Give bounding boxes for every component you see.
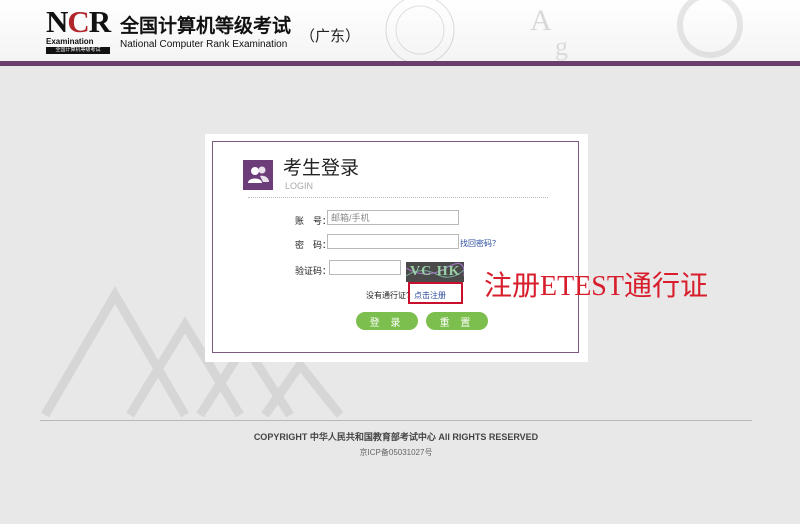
icp-number[interactable]: 京ICP备05031027号 xyxy=(0,447,792,458)
svg-text:A: A xyxy=(530,4,552,37)
login-subtitle: LOGIN xyxy=(285,181,314,191)
header-decoration-graphic: A g xyxy=(385,0,743,61)
password-input[interactable] xyxy=(327,234,459,249)
ncr-logo[interactable]: NCR Examination 全国计算机等级考试 xyxy=(46,5,112,54)
captcha-image[interactable]: VC HK xyxy=(406,262,464,282)
region-label: （广东） xyxy=(300,28,361,45)
captcha-text: VC HK xyxy=(410,264,461,279)
login-panel: 考生登录 LOGIN 账 号： 密 码： 找回密码？ 验证码： VC HK 没有… xyxy=(205,134,588,362)
no-pass-text: 没有通行证? xyxy=(366,291,411,300)
forgot-password-link[interactable]: 找回密码？ xyxy=(460,238,500,249)
account-input[interactable] xyxy=(327,210,459,225)
login-panel-inner: 考生登录 LOGIN 账 号： 密 码： 找回密码？ 验证码： VC HK 没有… xyxy=(212,141,579,353)
site-title-english: National Computer Rank Examination xyxy=(120,39,288,50)
logo-mark: NCR xyxy=(46,4,111,39)
captcha-input[interactable] xyxy=(329,260,401,275)
register-highlight-box xyxy=(408,282,463,304)
login-title: 考生登录 xyxy=(283,158,360,179)
captcha-label: 验证码： xyxy=(295,266,332,276)
password-label: 密 码： xyxy=(295,240,332,250)
footer-divider xyxy=(40,420,752,421)
header-divider-bar xyxy=(0,61,800,66)
title-divider xyxy=(248,197,548,198)
logo-sub-text: 全国计算机等级考试 xyxy=(46,47,110,54)
users-icon xyxy=(243,160,273,190)
reset-button[interactable]: 重 置 xyxy=(426,312,488,330)
account-label: 账 号： xyxy=(295,216,332,226)
copyright-text: COPYRIGHT 中华人民共和国教育部考试中心 All RIGHTS RESE… xyxy=(253,432,539,442)
register-annotation: 注册ETEST通行证 xyxy=(484,271,708,302)
logo-exam-text: Examination xyxy=(46,37,94,46)
site-header: A g NCR Examination 全国计算机等级考试 全国计算机等级考试 … xyxy=(0,0,800,61)
login-button[interactable]: 登 录 xyxy=(356,312,418,330)
svg-text:g: g xyxy=(555,32,568,61)
site-title: 全国计算机等级考试 xyxy=(120,16,292,37)
